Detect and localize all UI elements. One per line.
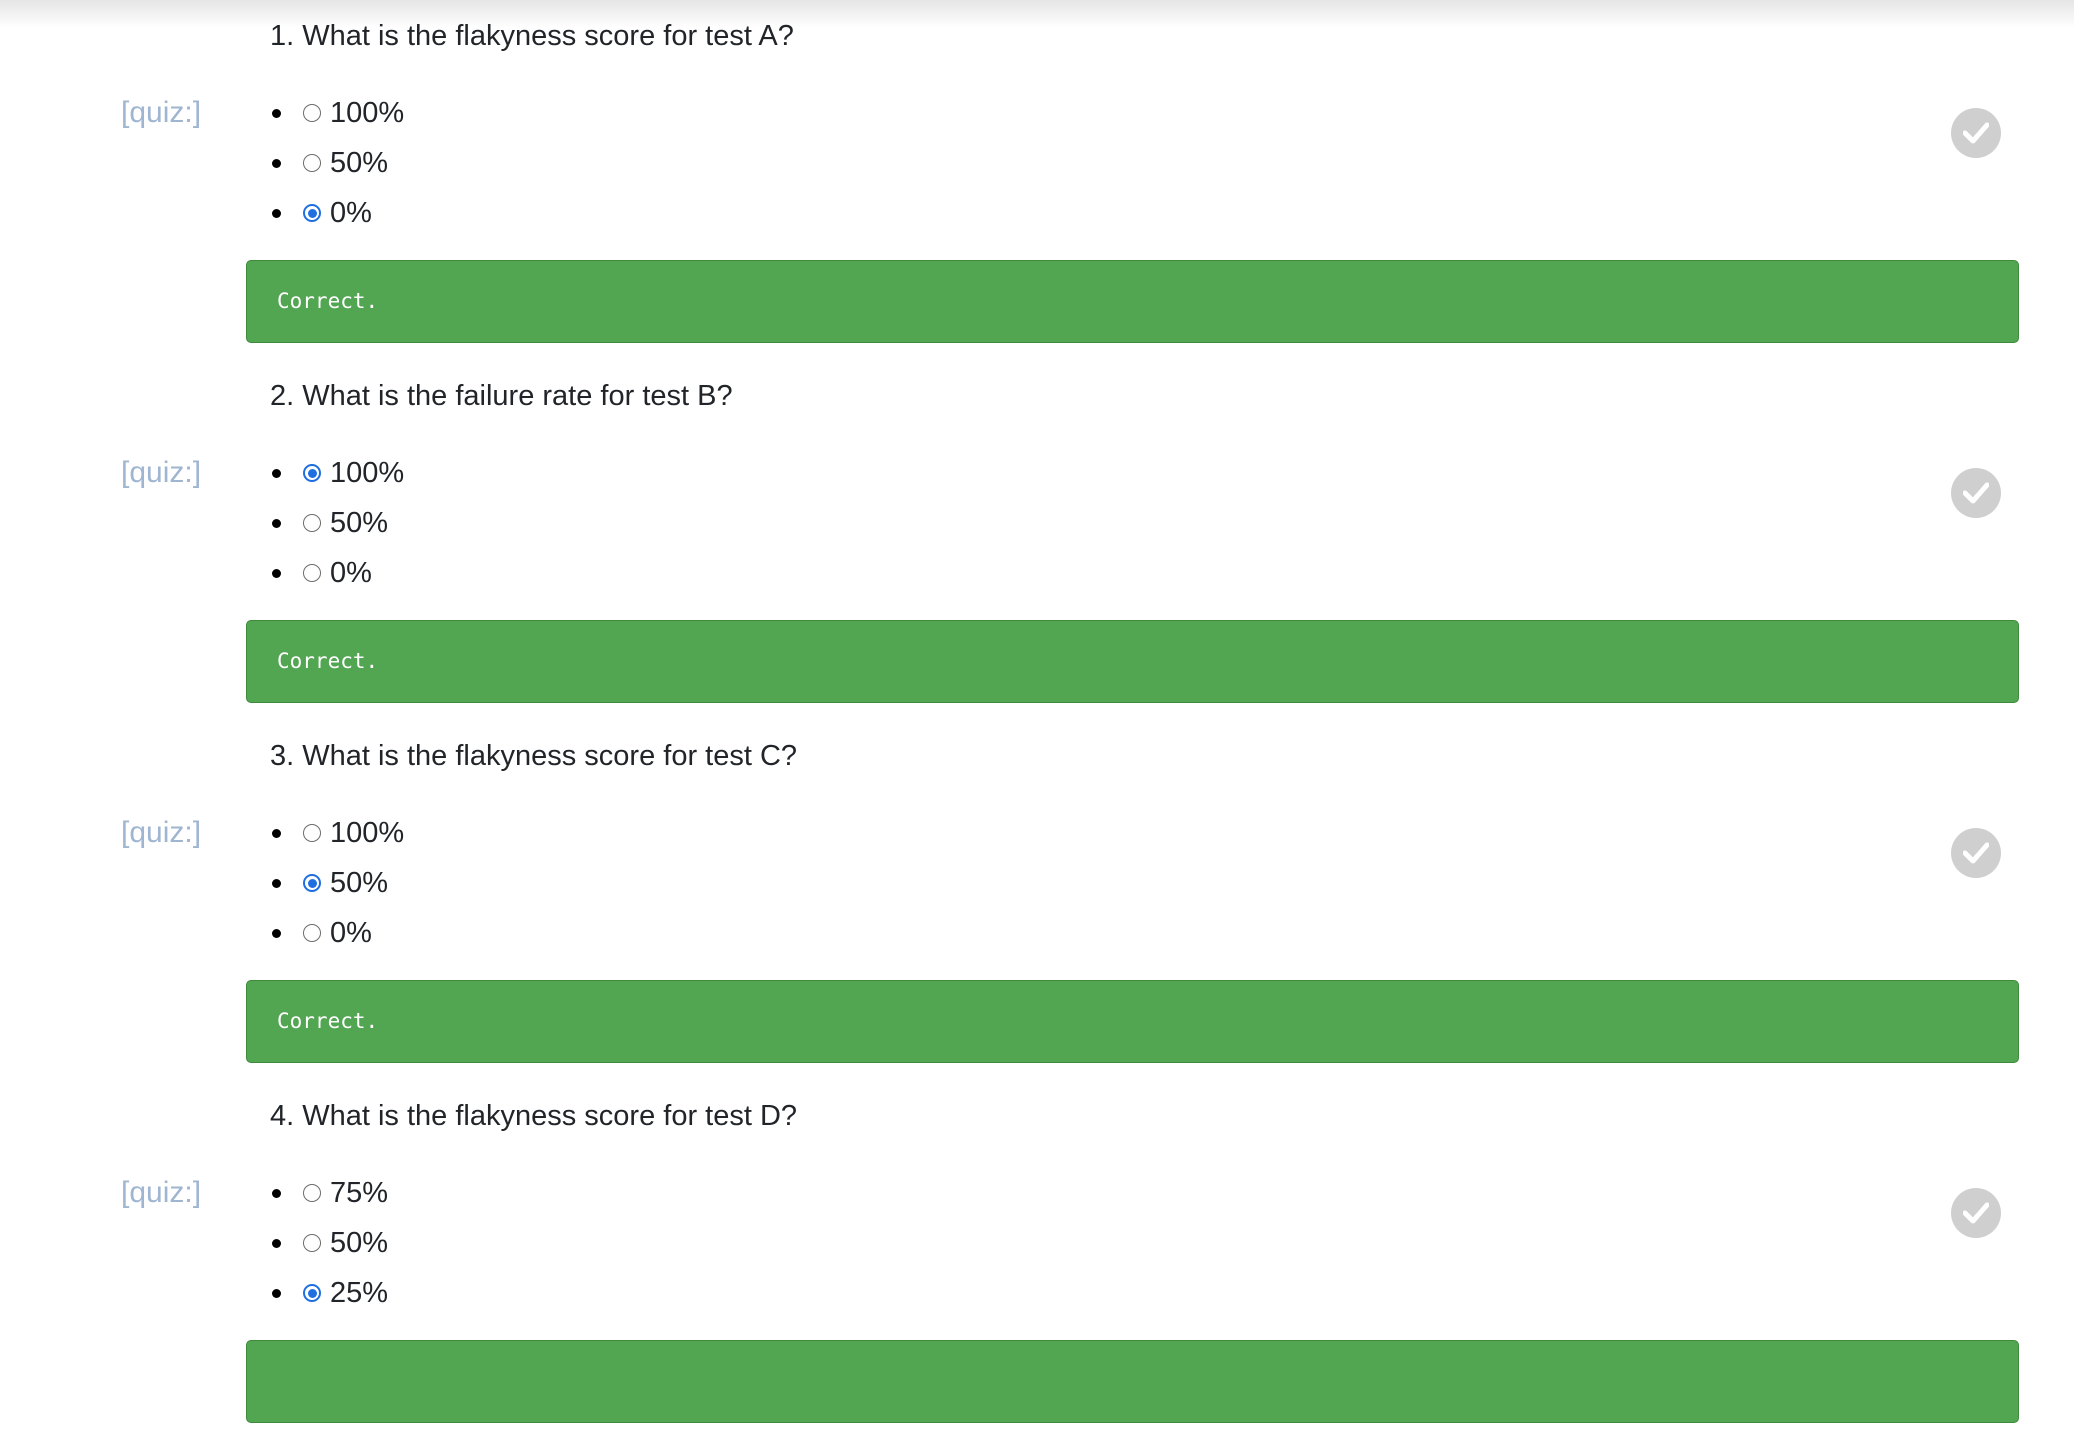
checkmark-icon <box>1963 122 1989 144</box>
option-label: 25% <box>330 1276 389 1309</box>
option-label: 50% <box>330 1226 389 1259</box>
check-answer-button[interactable] <box>1951 108 2001 158</box>
bullet-icon <box>272 1288 281 1298</box>
quiz-tag: [quiz:] <box>121 1176 202 1209</box>
option-label: 50% <box>330 146 389 179</box>
feedback-banner <box>246 1340 2019 1423</box>
checkmark-icon <box>1963 842 1989 864</box>
bullet-icon <box>272 468 281 478</box>
quiz-question-2: [quiz:] 2. What is the failure rate for t… <box>0 360 2074 720</box>
radio-button[interactable] <box>303 564 321 582</box>
quiz-tag: [quiz:] <box>121 816 202 849</box>
radio-button[interactable] <box>303 104 321 122</box>
check-answer-button[interactable] <box>1951 828 2001 878</box>
answer-option[interactable]: 0% <box>270 548 404 598</box>
feedback-text: Correct. <box>277 289 379 313</box>
bullet-icon <box>272 518 281 528</box>
radio-button-selected[interactable] <box>303 464 321 482</box>
feedback-banner: Correct. <box>246 620 2019 703</box>
answer-option[interactable]: 0% <box>270 908 404 958</box>
question-text: 2. What is the failure rate for test B? <box>270 380 733 412</box>
answer-option[interactable]: 75% <box>270 1168 388 1218</box>
option-label: 0% <box>330 196 372 229</box>
bullet-icon <box>272 568 281 578</box>
quiz-tag: [quiz:] <box>121 456 202 489</box>
option-label: 0% <box>330 916 372 949</box>
bullet-icon <box>272 208 281 218</box>
radio-button[interactable] <box>303 1234 321 1252</box>
radio-button[interactable] <box>303 1184 321 1202</box>
question-text: 4. What is the flakyness score for test … <box>270 1100 798 1132</box>
checkmark-icon <box>1963 482 1989 504</box>
answer-option[interactable]: 50% <box>270 138 404 188</box>
option-label: 100% <box>330 96 405 129</box>
bullet-icon <box>272 1188 281 1198</box>
answer-option[interactable]: 100% <box>270 88 404 138</box>
feedback-text: Correct. <box>277 1009 379 1033</box>
check-answer-button[interactable] <box>1951 468 2001 518</box>
feedback-banner: Correct. <box>246 260 2019 343</box>
answer-options: 100% 50% 0% <box>270 808 404 958</box>
radio-button-selected[interactable] <box>303 204 321 222</box>
answer-option[interactable]: 0% <box>270 188 404 238</box>
check-answer-button[interactable] <box>1951 1188 2001 1238</box>
question-text: 1. What is the flakyness score for test … <box>270 20 794 52</box>
radio-button[interactable] <box>303 824 321 842</box>
quiz-tag: [quiz:] <box>121 96 202 129</box>
answer-option[interactable]: 50% <box>270 1218 388 1268</box>
bullet-icon <box>272 158 281 168</box>
answer-options: 100% 50% 0% <box>270 448 404 598</box>
answer-option[interactable]: 50% <box>270 858 404 908</box>
bullet-icon <box>272 878 281 888</box>
option-label: 50% <box>330 506 389 539</box>
answer-option[interactable]: 25% <box>270 1268 388 1318</box>
quiz-question-1: [quiz:] 1. What is the flakyness score fo… <box>0 0 2074 360</box>
option-label: 75% <box>330 1176 389 1209</box>
question-text: 3. What is the flakyness score for test … <box>270 740 798 772</box>
quiz-question-3: [quiz:] 3. What is the flakyness score fo… <box>0 720 2074 1080</box>
option-label: 50% <box>330 866 389 899</box>
option-label: 100% <box>330 456 405 489</box>
feedback-banner: Correct. <box>246 980 2019 1063</box>
quiz-question-4: [quiz:] 4. What is the flakyness score fo… <box>0 1080 2074 1440</box>
bullet-icon <box>272 1238 281 1248</box>
option-label: 100% <box>330 816 405 849</box>
radio-button-selected[interactable] <box>303 1284 321 1302</box>
radio-button-selected[interactable] <box>303 874 321 892</box>
bullet-icon <box>272 828 281 838</box>
answer-option[interactable]: 100% <box>270 808 404 858</box>
bullet-icon <box>272 108 281 118</box>
answer-options: 75% 50% 25% <box>270 1168 388 1318</box>
checkmark-icon <box>1963 1202 1989 1224</box>
answer-options: 100% 50% 0% <box>270 88 404 238</box>
radio-button[interactable] <box>303 924 321 942</box>
answer-option[interactable]: 100% <box>270 448 404 498</box>
radio-button[interactable] <box>303 514 321 532</box>
option-label: 0% <box>330 556 372 589</box>
answer-option[interactable]: 50% <box>270 498 404 548</box>
radio-button[interactable] <box>303 154 321 172</box>
bullet-icon <box>272 928 281 938</box>
feedback-text: Correct. <box>277 649 379 673</box>
